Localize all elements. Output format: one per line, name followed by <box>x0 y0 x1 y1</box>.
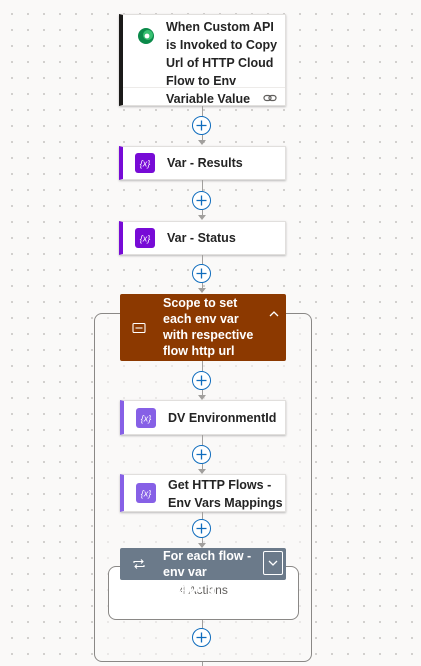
svg-text:{x}: {x} <box>140 234 151 244</box>
connector-line <box>202 662 203 666</box>
insert-step-button[interactable] <box>192 519 211 538</box>
link-icon[interactable] <box>263 91 277 103</box>
variable-icon: {x} <box>136 408 156 428</box>
insert-step-button[interactable] <box>192 628 211 647</box>
insert-step-button[interactable] <box>192 191 211 210</box>
foreach-title: For each flow - env var mapping <box>163 549 252 595</box>
foreach-header[interactable]: For each flow - env var mapping <box>120 548 286 595</box>
connector-arrow <box>198 140 206 145</box>
action-title: Get HTTP Flows - Env Vars Mappings <box>168 478 283 510</box>
connector-line <box>202 512 203 519</box>
loop-icon <box>132 557 146 569</box>
scope-header[interactable]: Scope to set each env var with respectiv… <box>120 294 286 361</box>
scope-title: Scope to set each env var with respectiv… <box>163 296 254 358</box>
connector-line <box>202 361 203 371</box>
trigger-footer <box>123 87 285 88</box>
insert-step-button[interactable] <box>192 371 211 390</box>
action-card-var-results[interactable]: {x} Var - Results <box>119 146 286 180</box>
action-card-var-status[interactable]: {x} Var - Status <box>119 221 286 255</box>
svg-text:{x}: {x} <box>140 159 151 169</box>
connector-arrow <box>198 215 206 220</box>
connector-line <box>202 255 203 264</box>
chevron-down-icon[interactable] <box>263 551 283 575</box>
connector-line <box>202 435 203 445</box>
action-card-get-http-flows[interactable]: {x} Get HTTP Flows - Env Vars Mappings <box>120 474 286 512</box>
action-title: DV EnvironmentId <box>168 411 277 425</box>
action-card-dv-environmentid[interactable]: {x} DV EnvironmentId <box>120 400 286 435</box>
variable-icon: {x} <box>135 228 155 248</box>
action-title: Var - Results <box>167 156 243 170</box>
variable-icon: {x} <box>136 483 156 503</box>
variable-icon: {x} <box>135 153 155 173</box>
dataverse-icon <box>135 25 157 47</box>
chevron-up-icon[interactable] <box>268 306 280 317</box>
svg-text:{x}: {x} <box>141 414 152 424</box>
trigger-card[interactable]: When Custom API is Invoked to Copy Url o… <box>119 14 286 106</box>
connector-arrow <box>198 288 206 293</box>
connector-line <box>202 180 203 191</box>
connector-line <box>202 106 203 116</box>
svg-text:{x}: {x} <box>141 489 152 499</box>
scope-icon <box>132 321 146 334</box>
action-title: Var - Status <box>167 231 236 245</box>
insert-step-button[interactable] <box>192 445 211 464</box>
insert-step-button[interactable] <box>192 264 211 283</box>
insert-step-button[interactable] <box>192 116 211 135</box>
connector-line <box>202 620 203 628</box>
